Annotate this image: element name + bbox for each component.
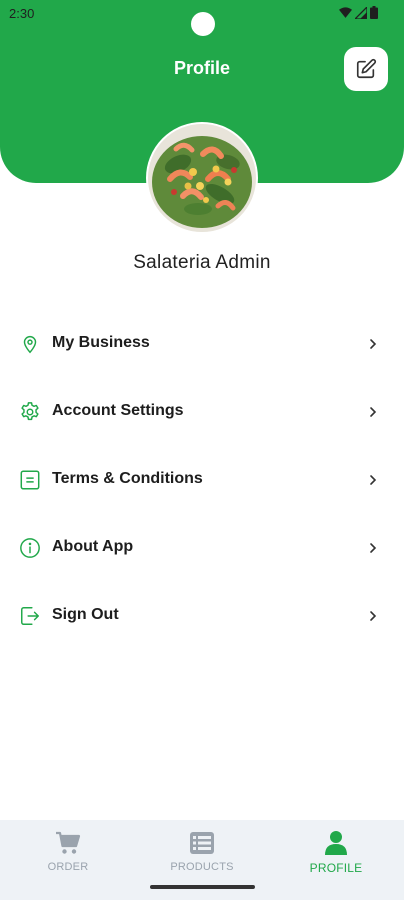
sign-out-icon <box>21 607 39 625</box>
nav-label: PROFILE <box>309 861 363 875</box>
chevron-right-icon <box>370 339 377 349</box>
person-icon <box>325 831 347 855</box>
nav-label: PRODUCTS <box>170 861 234 873</box>
menu-item-about-app[interactable]: About App <box>0 520 404 576</box>
list-icon <box>190 832 214 854</box>
menu-item-sign-out[interactable]: Sign Out <box>0 588 404 644</box>
camera-cutout <box>191 12 215 36</box>
wifi-icon <box>339 6 352 18</box>
edit-profile-button[interactable] <box>344 47 388 91</box>
avatar <box>146 122 258 234</box>
document-icon <box>20 470 40 490</box>
chevron-right-icon <box>370 475 377 485</box>
menu-item-my-business[interactable]: My Business <box>0 316 404 372</box>
location-pin-icon <box>23 336 37 354</box>
signal-icon <box>355 6 367 19</box>
nav-item-order[interactable]: ORDER <box>1 828 135 878</box>
menu-item-label: Account Settings <box>52 402 184 419</box>
menu-item-label: About App <box>52 538 134 555</box>
gear-icon <box>21 402 39 421</box>
home-indicator[interactable] <box>150 885 255 889</box>
battery-icon <box>370 6 378 19</box>
cart-icon <box>56 831 81 854</box>
salad-image <box>148 124 256 232</box>
menu-item-terms-conditions[interactable]: Terms & Conditions <box>0 452 404 508</box>
status-time: 2:30 <box>9 6 35 21</box>
edit-icon <box>356 58 377 79</box>
nav-label: ORDER <box>47 861 89 873</box>
menu-item-label: Terms & Conditions <box>52 470 203 487</box>
info-icon <box>20 538 40 558</box>
chevron-right-icon <box>370 611 377 621</box>
user-name: Salateria Admin <box>133 252 271 273</box>
menu-item-account-settings[interactable]: Account Settings <box>0 384 404 440</box>
nav-item-products[interactable]: PRODUCTS <box>135 828 269 878</box>
menu-item-label: Sign Out <box>52 606 119 623</box>
status-icons <box>339 6 378 19</box>
menu-item-label: My Business <box>52 334 150 351</box>
chevron-right-icon <box>370 407 377 417</box>
chevron-right-icon <box>370 543 377 553</box>
nav-item-profile[interactable]: PROFILE <box>269 828 403 878</box>
